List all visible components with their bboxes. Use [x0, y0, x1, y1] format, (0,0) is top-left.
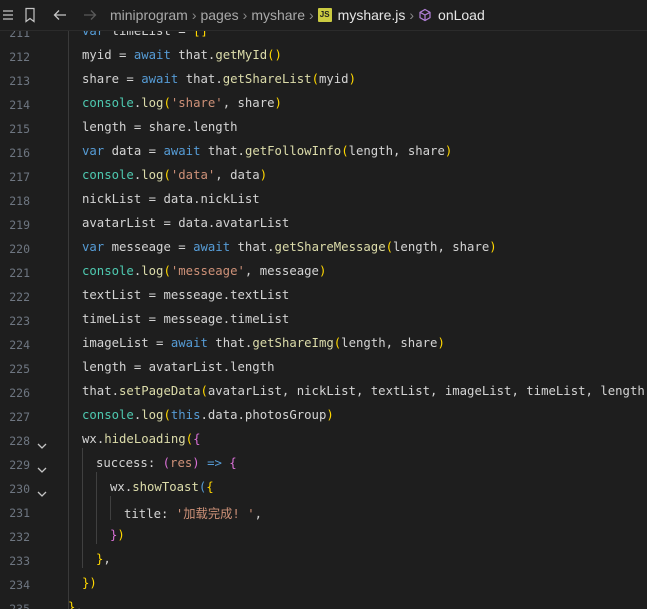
menu-icon[interactable]: [0, 7, 16, 23]
chevron-right-icon: ›: [242, 7, 248, 23]
code-line: console.log(this.data.photosGroup): [82, 408, 334, 422]
line-number: 220: [9, 242, 30, 256]
breadcrumb-item-pages[interactable]: pages: [200, 7, 238, 23]
fold-chevron-icon[interactable]: [36, 461, 48, 473]
code-line: var timeList = []: [82, 31, 208, 38]
code-line: avatarList = data.avatarList: [82, 216, 290, 230]
fold-chevron-icon[interactable]: [36, 485, 48, 497]
line-number: 224: [9, 338, 30, 352]
chevron-right-icon: ›: [191, 7, 197, 23]
code-line: timeList = messeage.timeList: [82, 312, 290, 326]
line-number: 225: [9, 362, 30, 376]
code-line: myid = await that.getMyId(): [82, 48, 282, 62]
line-number: 214: [9, 98, 30, 112]
line-number: 218: [9, 194, 30, 208]
code-line: },: [96, 552, 111, 566]
indent-guide: [68, 31, 69, 609]
code-line: title: '加载完成! ',: [124, 507, 263, 521]
code-line: wx.hideLoading({: [82, 432, 201, 446]
line-number: 219: [9, 218, 30, 232]
chevron-right-icon: ›: [309, 7, 314, 23]
code-line: var data = await that.getFollowInfo(leng…: [82, 144, 453, 158]
line-number: 235: [9, 602, 30, 609]
chevron-right-icon: ›: [409, 7, 415, 23]
code-line: share = await that.getShareList(myid): [82, 72, 356, 86]
breadcrumb-item-myshare[interactable]: myshare: [251, 7, 305, 23]
code-line: nickList = data.nickList: [82, 192, 260, 206]
code-line: textList = messeage.textList: [82, 288, 290, 302]
breadcrumb-item-miniprogram[interactable]: miniprogram: [110, 7, 188, 23]
breadcrumb: miniprogram › pages › myshare › JS mysha…: [110, 7, 485, 23]
line-number: 232: [9, 530, 30, 544]
code-line: console.log('messeage', messeage): [82, 264, 327, 278]
code-editor[interactable]: 211 var timeList = [] 212 myid = await that…: [0, 31, 647, 609]
line-number: 217: [9, 170, 30, 184]
code-line: }): [82, 576, 97, 590]
line-number: 223: [9, 314, 30, 328]
forward-arrow-icon[interactable]: [82, 7, 98, 23]
line-number: 231: [9, 506, 30, 520]
indent-guide: [96, 472, 97, 544]
code-line: that.setPageData(avatarList, nickList, t…: [82, 384, 647, 398]
line-number: 221: [9, 266, 30, 280]
line-number: 215: [9, 122, 30, 136]
line-number: 211: [9, 31, 30, 40]
fold-chevron-icon[interactable]: [36, 437, 48, 449]
code-line: }): [110, 528, 125, 542]
code-line: wx.showToast({: [110, 480, 214, 494]
line-number: 227: [9, 410, 30, 424]
line-number: 234: [9, 578, 30, 592]
line-number: 212: [9, 50, 30, 64]
code-line: console.log('data', data): [82, 168, 268, 182]
line-number: 222: [9, 290, 30, 304]
indent-guide: [110, 496, 111, 520]
line-number: 233: [9, 554, 30, 568]
breadcrumb-bar: miniprogram › pages › myshare › JS mysha…: [0, 0, 647, 31]
code-line: success: (res) => {: [96, 456, 237, 470]
code-line: console.log('share', share): [82, 96, 282, 110]
breadcrumb-item-onload[interactable]: onLoad: [438, 7, 485, 23]
code-line: imageList = await that.getShareImg(lengt…: [82, 336, 445, 350]
indent-guide: [82, 448, 83, 568]
line-number: 226: [9, 386, 30, 400]
code-line: length = share.length: [82, 120, 238, 134]
bookmark-icon[interactable]: [22, 7, 38, 23]
line-number: 229: [9, 458, 30, 472]
code-line: },: [68, 600, 83, 609]
back-arrow-icon[interactable]: [52, 7, 68, 23]
line-number: 230: [9, 482, 30, 496]
line-number: 213: [9, 74, 30, 88]
breadcrumb-item-file[interactable]: myshare.js: [338, 7, 406, 23]
line-number: 216: [9, 146, 30, 160]
code-line: var messeage = await that.getShareMessag…: [82, 240, 497, 254]
code-line: length = avatarList.length: [82, 360, 275, 374]
js-file-icon: JS: [317, 8, 332, 22]
line-number: 228: [9, 434, 30, 448]
method-icon: [418, 8, 432, 22]
